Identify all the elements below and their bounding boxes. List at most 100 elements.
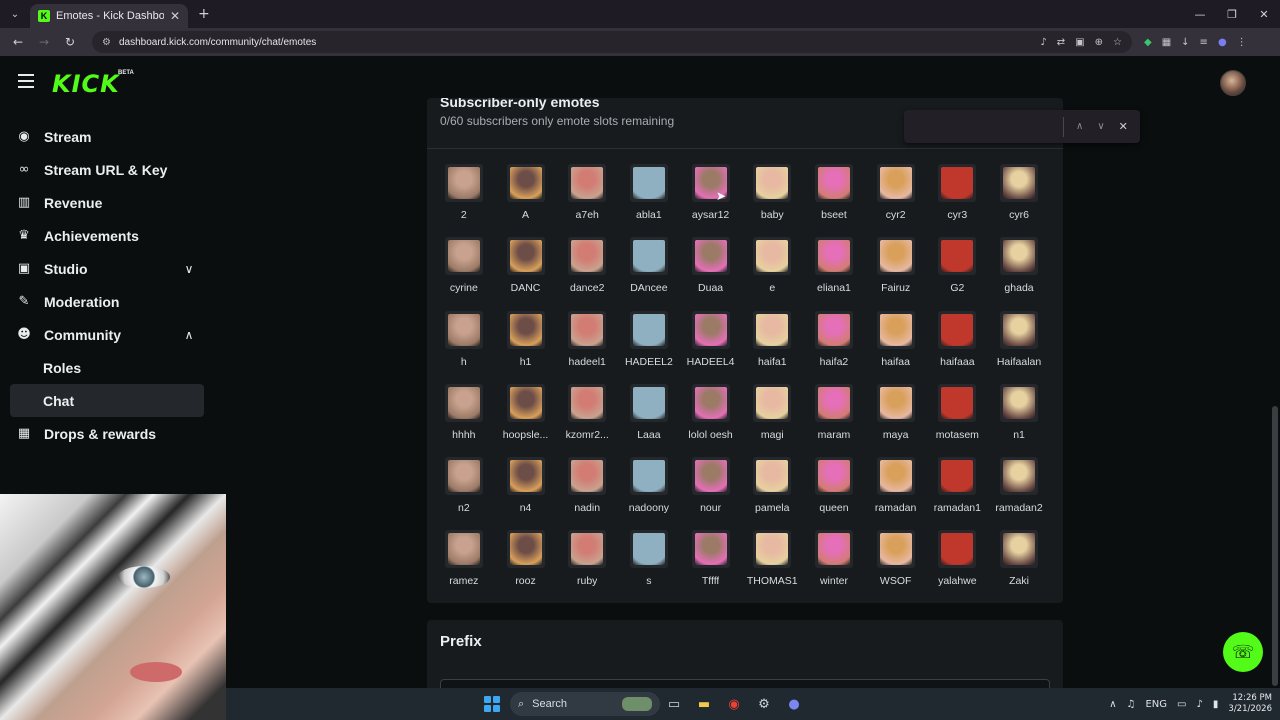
emote-tile[interactable]: magi [741,376,803,449]
emote-tile[interactable]: n1 [988,376,1050,449]
emote-tile[interactable]: maram [803,376,865,449]
emote-tile[interactable]: maya [865,376,927,449]
taskbar-search[interactable]: ⌕ Search [510,692,660,716]
emote-tile[interactable]: nadoony [618,449,680,522]
emote-tile[interactable]: eliana1 [803,229,865,302]
emote-tile[interactable]: aysar12 [680,156,742,229]
emote-tile[interactable]: cyrine [433,229,495,302]
emote-tile[interactable]: Zaki [988,522,1050,595]
emote-tile[interactable]: dance2 [556,229,618,302]
emote-tile[interactable]: n4 [495,449,557,522]
emote-tile[interactable]: ramadan [865,449,927,522]
battery-icon[interactable]: ▮ [1213,699,1219,710]
emote-tile[interactable]: nour [680,449,742,522]
emote-tile[interactable]: baby [741,156,803,229]
shield-extension-icon[interactable]: ◆ [1144,37,1152,48]
emote-tile[interactable]: ramadan1 [927,449,989,522]
emote-tile[interactable]: motasem [927,376,989,449]
extensions-icon[interactable]: ▦ [1162,37,1171,48]
discord-icon[interactable]: ● [782,692,806,716]
new-tab-icon[interactable]: + [198,6,210,22]
browser-tab[interactable]: K Emotes - Kick Dashboard ✕ [30,4,188,28]
emote-tile[interactable]: h [433,303,495,376]
sidebar-item-roles[interactable]: Roles [10,351,204,384]
emote-tile[interactable]: yalahwe [927,522,989,595]
microphone-icon[interactable]: ♫ [1127,699,1136,710]
emote-tile[interactable]: ruby [556,522,618,595]
menu-icon[interactable] [18,74,34,88]
emote-tile[interactable]: HADEEL4 [680,303,742,376]
emote-tile[interactable]: bseet [803,156,865,229]
emote-tile[interactable]: hhhh [433,376,495,449]
chevron-up-icon[interactable]: ∧ [182,328,196,342]
windows-start-icon[interactable] [484,696,500,712]
emote-tile[interactable]: haifa1 [741,303,803,376]
volume-icon[interactable]: ♪ [1197,699,1203,710]
browser-menu-icon[interactable]: ⋮ [1237,37,1247,48]
emote-tile[interactable]: a7eh [556,156,618,229]
sidebar-item-moderation[interactable]: ✎ Moderation [10,285,204,318]
emote-tile[interactable]: cyr3 [927,156,989,229]
sidebar-item-stream[interactable]: ◉ Stream [10,120,204,153]
zoom-icon[interactable]: ⊕ [1095,37,1103,48]
emote-tile[interactable]: ramez [433,522,495,595]
mute-icon[interactable]: ♪ [1040,37,1046,48]
sidebar-item-revenue[interactable]: ▥ Revenue [10,186,204,219]
avatar[interactable] [1220,70,1246,96]
emote-tile[interactable]: hoopsle... [495,376,557,449]
settings-app-icon[interactable]: ⚙ [752,692,776,716]
url-text[interactable]: dashboard.kick.com/community/chat/emotes [119,37,1032,48]
emote-tile[interactable]: rooz [495,522,557,595]
reload-icon[interactable]: ↻ [58,30,82,54]
emote-tile[interactable]: haifa2 [803,303,865,376]
sidebar-item-achievements[interactable]: ♛ Achievements [10,219,204,252]
emote-tile[interactable]: 2 [433,156,495,229]
file-explorer-icon[interactable]: ▬ [692,692,716,716]
task-view-icon[interactable]: ▭ [662,692,686,716]
find-close-icon[interactable]: ✕ [1119,120,1128,133]
sidebar-item-stream-url-key[interactable]: ∞ Stream URL & Key [10,153,204,186]
bookmark-star-icon[interactable]: ☆ [1113,37,1122,48]
emote-tile[interactable]: G2 [927,229,989,302]
emote-tile[interactable]: Tffff [680,522,742,595]
emote-tile[interactable]: kzomr2... [556,376,618,449]
sidebar-item-chat[interactable]: Chat [10,384,204,417]
emote-tile[interactable]: ramadan2 [988,449,1050,522]
chrome-icon[interactable]: ◉ [722,692,746,716]
emote-tile[interactable]: Haifaalan [988,303,1050,376]
emote-tile[interactable]: DANC [495,229,557,302]
prefix-input[interactable] [440,679,1050,688]
restore-icon[interactable]: ❐ [1216,0,1248,28]
emote-tile[interactable]: THOMAS1 [741,522,803,595]
emote-tile[interactable]: h1 [495,303,557,376]
back-icon[interactable]: ← [6,30,30,54]
network-icon[interactable]: ▭ [1177,699,1186,710]
emote-tile[interactable]: n2 [433,449,495,522]
emote-tile[interactable]: ghada [988,229,1050,302]
scrollbar[interactable] [1272,406,1278,686]
emote-tile[interactable]: cyr6 [988,156,1050,229]
find-input[interactable] [912,116,1064,137]
language-indicator[interactable]: ENG [1145,699,1167,710]
support-chat-button[interactable]: ☏ [1223,632,1263,672]
tab-search-icon[interactable]: ⌄ [4,4,26,24]
emote-tile[interactable]: HADEEL2 [618,303,680,376]
emote-tile[interactable]: hadeel1 [556,303,618,376]
site-info-icon[interactable]: ⚙ [102,37,111,48]
translate-icon[interactable]: ⇄ [1057,37,1065,48]
emote-tile[interactable]: nadin [556,449,618,522]
emote-tile[interactable]: Duaa [680,229,742,302]
emote-tile[interactable]: haifaaa [927,303,989,376]
emote-tile[interactable]: winter [803,522,865,595]
find-previous-icon[interactable]: ∧ [1076,121,1083,132]
tray-chevron-up-icon[interactable]: ∧ [1109,699,1116,710]
emote-tile[interactable]: A [495,156,557,229]
tab-close-icon[interactable]: ✕ [170,9,180,23]
emote-tile[interactable]: s [618,522,680,595]
emote-tile[interactable]: cyr2 [865,156,927,229]
emote-tile[interactable]: Fairuz [865,229,927,302]
kick-logo[interactable]: KICK [52,70,120,98]
sidebar-item-studio[interactable]: ▣ Studio ∨ [10,252,204,285]
reader-icon[interactable]: ▣ [1075,37,1084,48]
find-next-icon[interactable]: ∨ [1097,121,1104,132]
